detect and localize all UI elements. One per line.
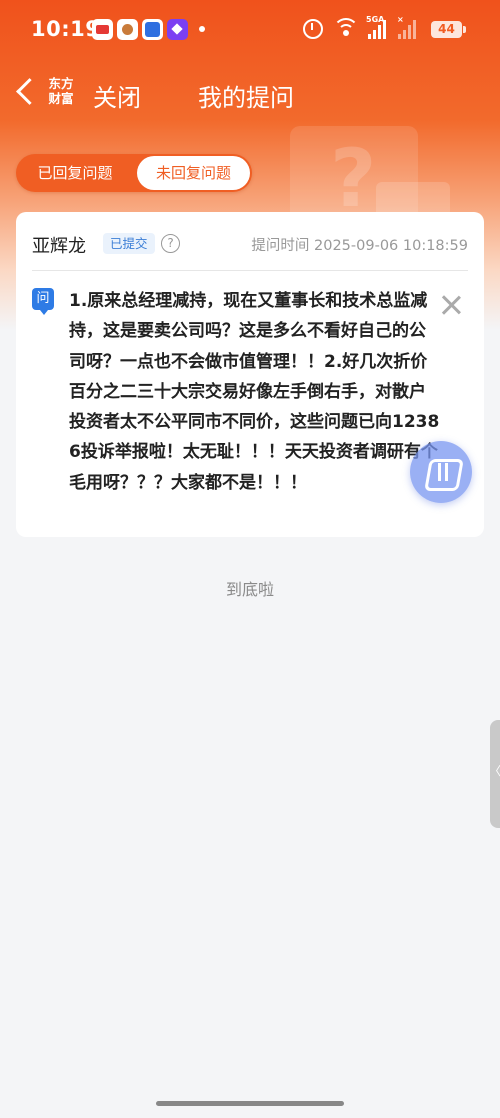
logo-line-1: 东方 (48, 76, 74, 91)
page-title: 我的提问 (198, 84, 294, 112)
app-notification-icon (117, 19, 138, 40)
signal-secondary-icon (398, 19, 416, 39)
tab-answered[interactable]: 已回复问题 (16, 154, 134, 192)
battery-icon: 44 (431, 21, 466, 38)
status-time: 10:19 (31, 17, 101, 41)
status-bar: 10:19 5GA × 44 (0, 0, 500, 58)
purple-app-notification-icon (167, 19, 188, 40)
signal-icon (368, 19, 386, 39)
eastmoney-notification-icon (142, 19, 163, 40)
back-arrow-icon[interactable] (12, 76, 40, 108)
help-icon[interactable]: ? (161, 234, 180, 253)
question-text: 1.原来总经理减持，现在又董事长和技术总监减持，这是要卖公司吗？这是多么不看好自… (69, 291, 440, 493)
tab-unanswered[interactable]: 未回复问题 (137, 156, 250, 190)
close-icon[interactable] (440, 294, 462, 316)
side-drawer-handle[interactable] (489, 720, 500, 828)
toutiao-notification-icon (92, 19, 113, 40)
question-icon: 问 (32, 288, 54, 315)
app-logo: 东方 财富 (46, 76, 76, 108)
alarm-icon (303, 19, 323, 39)
home-indicator[interactable] (156, 1101, 344, 1106)
question-time: 提问时间 2025-09-06 10:18:59 (251, 238, 468, 254)
status-badge: 已提交 (103, 233, 155, 254)
logo-line-2: 财富 (48, 91, 74, 106)
more-notifications-icon (199, 26, 205, 32)
floating-assistant-icon[interactable] (410, 441, 472, 503)
divider (32, 270, 468, 271)
stock-name: 亚辉龙 (32, 236, 86, 257)
wifi-icon (333, 18, 359, 40)
question-tabs: 已回复问题 未回复问题 (16, 154, 252, 192)
list-end-text: 到底啦 (225, 580, 274, 599)
close-button[interactable]: 关闭 (93, 78, 141, 113)
